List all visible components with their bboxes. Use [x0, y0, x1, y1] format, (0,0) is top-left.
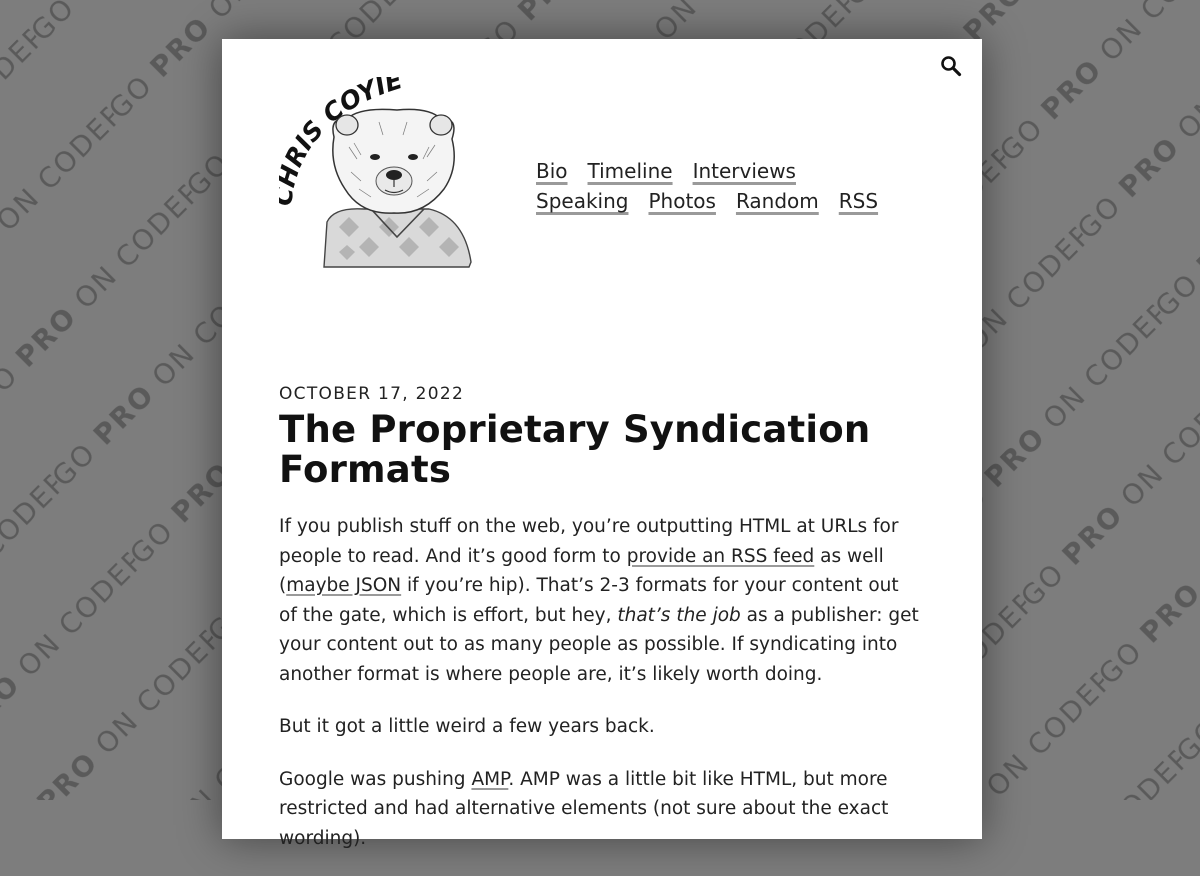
post-paragraph-3: Google was pushing AMP. AMP was a little… — [279, 765, 919, 854]
nav-link-bio[interactable]: Bio — [536, 159, 568, 183]
p3-text-a: Google was pushing — [279, 768, 472, 790]
nav-row-1: Bio Timeline Interviews — [536, 156, 916, 186]
main-nav: Bio Timeline Interviews Speaking Photos … — [536, 156, 916, 216]
search-icon — [941, 56, 962, 77]
search-button[interactable] — [940, 55, 962, 77]
post-paragraph-2: But it got a little weird a few years ba… — [279, 716, 655, 737]
bear-logo-illustration: CHRIS COYIER — [268, 54, 472, 268]
json-feed-link[interactable]: maybe JSON — [286, 575, 401, 596]
page-sheet: CHRIS COYIER — [222, 39, 982, 849]
nav-link-timeline[interactable]: Timeline — [588, 159, 673, 183]
post-title: The Proprietary Syndication Formats — [279, 408, 871, 491]
nav-link-rss[interactable]: RSS — [839, 189, 878, 213]
p1-emphasis: that’s the job — [617, 604, 741, 626]
nav-link-photos[interactable]: Photos — [648, 189, 715, 213]
post-date: OCTOBER 17, 2022 — [279, 384, 465, 404]
blog-post: OCTOBER 17, 2022 The Proprietary Syndica… — [279, 384, 919, 876]
rss-feed-link[interactable]: provide an RSS feed — [627, 546, 815, 567]
nav-link-random[interactable]: Random — [736, 189, 819, 213]
nav-link-interviews[interactable]: Interviews — [693, 159, 796, 183]
site-logo[interactable]: CHRIS COYIER — [268, 54, 479, 272]
post-paragraph-1: If you publish stuff on the web, you’re … — [279, 512, 919, 689]
nav-link-speaking[interactable]: Speaking — [536, 189, 628, 213]
amp-link[interactable]: AMP — [471, 769, 508, 790]
nav-row-2: Speaking Photos Random RSS — [536, 186, 916, 216]
